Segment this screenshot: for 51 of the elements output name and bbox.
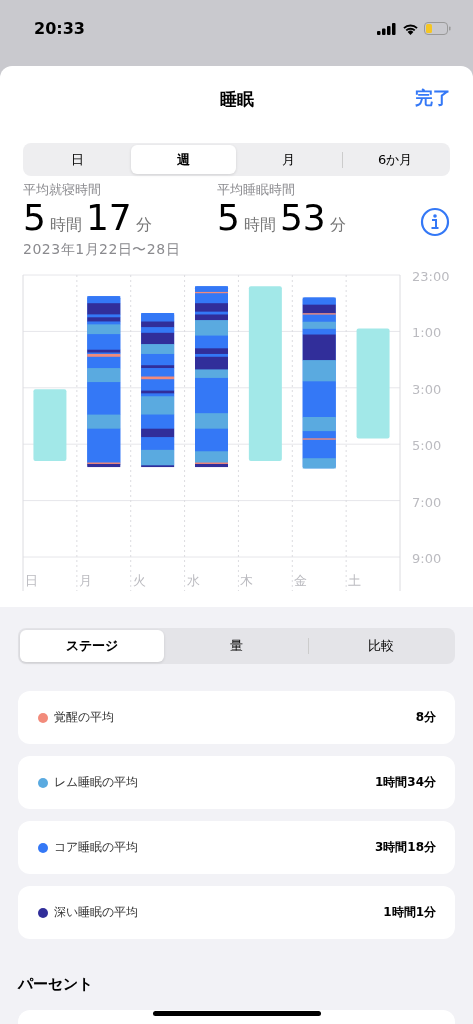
x-axis-label: 土: [348, 573, 362, 588]
stat-unit: 時間: [49, 215, 82, 236]
y-axis-label: 23:00: [412, 271, 450, 284]
wifi-icon: [402, 22, 419, 35]
average-value: 1時間1分: [383, 904, 436, 921]
stat-number: 53: [279, 199, 326, 237]
date-range: 2023年1月22日〜28日: [23, 241, 182, 259]
done-button[interactable]: 完了: [415, 86, 451, 110]
sheet-title: 睡眠: [219, 87, 254, 111]
average-label: レム睡眠の平均: [54, 774, 139, 791]
status-time: 20:33: [34, 19, 85, 38]
info-icon[interactable]: [420, 207, 450, 237]
x-axis-label: 火: [132, 573, 146, 588]
x-axis-label: 木: [240, 573, 254, 588]
x-axis-label: 水: [186, 573, 200, 588]
y-axis-label: 9:00: [412, 551, 442, 566]
x-axis-label: 月: [78, 573, 92, 588]
stat-number: 17: [85, 199, 132, 237]
range-tab[interactable]: 6か月: [342, 145, 448, 174]
y-axis-label: 7:00: [412, 494, 442, 510]
stat-unit: 分: [329, 215, 346, 236]
average-label: 深い睡眠の平均: [54, 904, 139, 921]
range-tab[interactable]: 月: [236, 145, 342, 174]
range-tab[interactable]: 日: [25, 145, 131, 174]
battery-icon: [424, 22, 451, 35]
average-card[interactable]: レム睡眠の平均 1時間34分: [18, 756, 455, 809]
stat-unit: 時間: [243, 215, 276, 236]
stat-number: 5: [23, 199, 46, 237]
y-axis-label: 5:00: [412, 438, 442, 454]
stat-label: 平均就寝時間: [23, 181, 102, 199]
view-tab[interactable]: 比較: [309, 630, 453, 662]
signal-icon: [377, 22, 397, 35]
average-label: 覚醒の平均: [54, 709, 115, 726]
stat-number: 5: [217, 199, 240, 237]
average-card[interactable]: コア睡眠の平均 3時間18分: [18, 821, 455, 874]
average-label: コア睡眠の平均: [54, 839, 139, 856]
view-tab[interactable]: ステージ: [20, 630, 164, 662]
average-card[interactable]: 深い睡眠の平均 1時間1分: [18, 886, 455, 939]
y-axis-label: 1:00: [412, 325, 442, 341]
y-axis-label: 3:00: [412, 381, 442, 397]
average-value: 3時間18分: [374, 839, 436, 856]
stat-label: 平均睡眠時間: [217, 181, 296, 199]
stat-unit: 分: [135, 215, 152, 236]
average-value: 1時間34分: [374, 774, 436, 791]
x-axis-label: 金: [294, 573, 308, 588]
average-value: 8分: [415, 709, 436, 726]
section-title: パーセント: [18, 975, 94, 994]
x-axis-label: 日: [25, 573, 38, 588]
view-tab[interactable]: 量: [164, 630, 308, 662]
range-tab[interactable]: 週: [130, 145, 236, 174]
average-card[interactable]: 覚醒の平均 8分: [18, 691, 455, 744]
